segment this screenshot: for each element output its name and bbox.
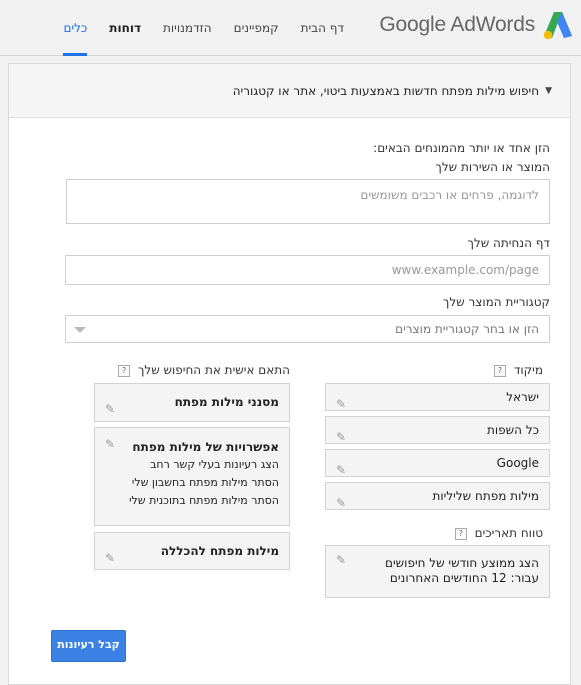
daterange-line2: עבור: 12 החודשים האחרונים [389,571,539,585]
keyword-option-hide-account: הסתר מילות מפתח בחשבון שלי [131,476,279,489]
adwords-logo[interactable]: Google AdWords [379,10,573,40]
category-label: קטגוריית המוצר שלך [442,295,550,309]
pencil-icon[interactable]: ✎ [334,553,346,567]
targeting-network-label: Google [496,456,539,470]
keyword-option-broad: הצג רעיונות בעלי קשר רחב [150,458,279,471]
nav-home[interactable]: דף הבית [290,0,355,55]
targeting-location[interactable]: ישראל ✎ [325,383,550,411]
help-icon[interactable]: ? [118,364,131,377]
targeting-label-row: מיקוד ? [494,363,543,377]
daterange-label-row: טווח תאריכים ? [454,526,543,540]
pencil-icon[interactable]: ✎ [334,424,346,444]
keyword-filters-label: מסנני מילות מפתח [174,395,279,409]
keywords-to-include[interactable]: מילות מפתח להכללה ✎ [94,532,290,570]
daterange-box[interactable]: הצג ממוצע חודשי של חיפושים עבור: 12 החוד… [325,545,550,598]
landing-page-input[interactable]: www.example.com/page [65,255,550,285]
daterange-line1: הצג ממוצע חודשי של חיפושים [385,556,539,570]
get-ideas-button[interactable]: קבל רעיונות [51,630,126,662]
landing-label: דף הנחיתה שלך [467,236,550,250]
top-bar: Google AdWords דף הבית קמפיינים הזדמנויו… [0,0,581,56]
keyword-option-hide-plan: הסתר מילות מפתח בתוכנית שלי [129,494,279,507]
nav-reports[interactable]: דוחות [98,0,152,55]
main-nav: דף הבית קמפיינים הזדמנויות דוחות כלים [52,0,355,56]
pencil-icon[interactable]: ✎ [334,457,346,477]
form-intro: הזן אחד או יותר מהמונחים הבאים: [373,141,550,155]
pencil-icon[interactable]: ✎ [334,391,346,411]
help-icon[interactable]: ? [494,364,506,377]
product-label: המוצר או השירות שלך [435,160,550,174]
daterange-label: טווח תאריכים [474,526,543,540]
adwords-logo-icon [543,12,572,40]
keyword-options-title: אפשרויות של מילות מפתח [132,440,279,454]
product-input[interactable]: לדוגמה, פרחים או רכבים משומשים [66,179,550,224]
nav-tools[interactable]: כלים [52,0,98,56]
category-select[interactable]: הזן או בחר קטגוריית מוצרים [65,315,550,343]
targeting-label: מיקוד [513,363,543,377]
keyword-options[interactable]: אפשרויות של מילות מפתח הצג רעיונות בעלי … [94,427,290,526]
customize-label-row: התאם אישית את החיפוש שלך ? [118,363,290,377]
nav-opportunities[interactable]: הזדמנויות [152,0,223,55]
targeting-negative-label: מילות מפתח שליליות [432,489,539,503]
pencil-icon[interactable]: ✎ [103,540,115,565]
keyword-filters[interactable]: מסנני מילות מפתח ✎ [94,383,290,422]
pencil-icon[interactable]: ✎ [334,490,346,510]
keywords-include-label: מילות מפתח להכללה [160,544,279,558]
targeting-location-label: ישראל [506,390,539,404]
targeting-negative-keywords[interactable]: מילות מפתח שליליות ✎ [325,482,550,510]
customize-label: התאם אישית את החיפוש שלך [137,363,290,377]
chevron-down-icon [74,327,86,333]
targeting-language[interactable]: כל השפות ✎ [325,416,550,444]
help-icon[interactable]: ? [454,527,467,540]
category-placeholder: הזן או בחר קטגוריית מוצרים [395,322,539,336]
targeting-language-label: כל השפות [487,423,539,437]
pencil-icon[interactable]: ✎ [103,391,115,416]
keyword-planner-panel: ▼ חיפוש מילות מפתח חדשות באמצעות ביטוי, … [8,63,571,685]
targeting-network[interactable]: Google ✎ [325,449,550,477]
nav-campaigns[interactable]: קמפיינים [223,0,290,55]
brand-name: Google AdWords [379,13,535,36]
pencil-icon[interactable]: ✎ [103,435,115,451]
